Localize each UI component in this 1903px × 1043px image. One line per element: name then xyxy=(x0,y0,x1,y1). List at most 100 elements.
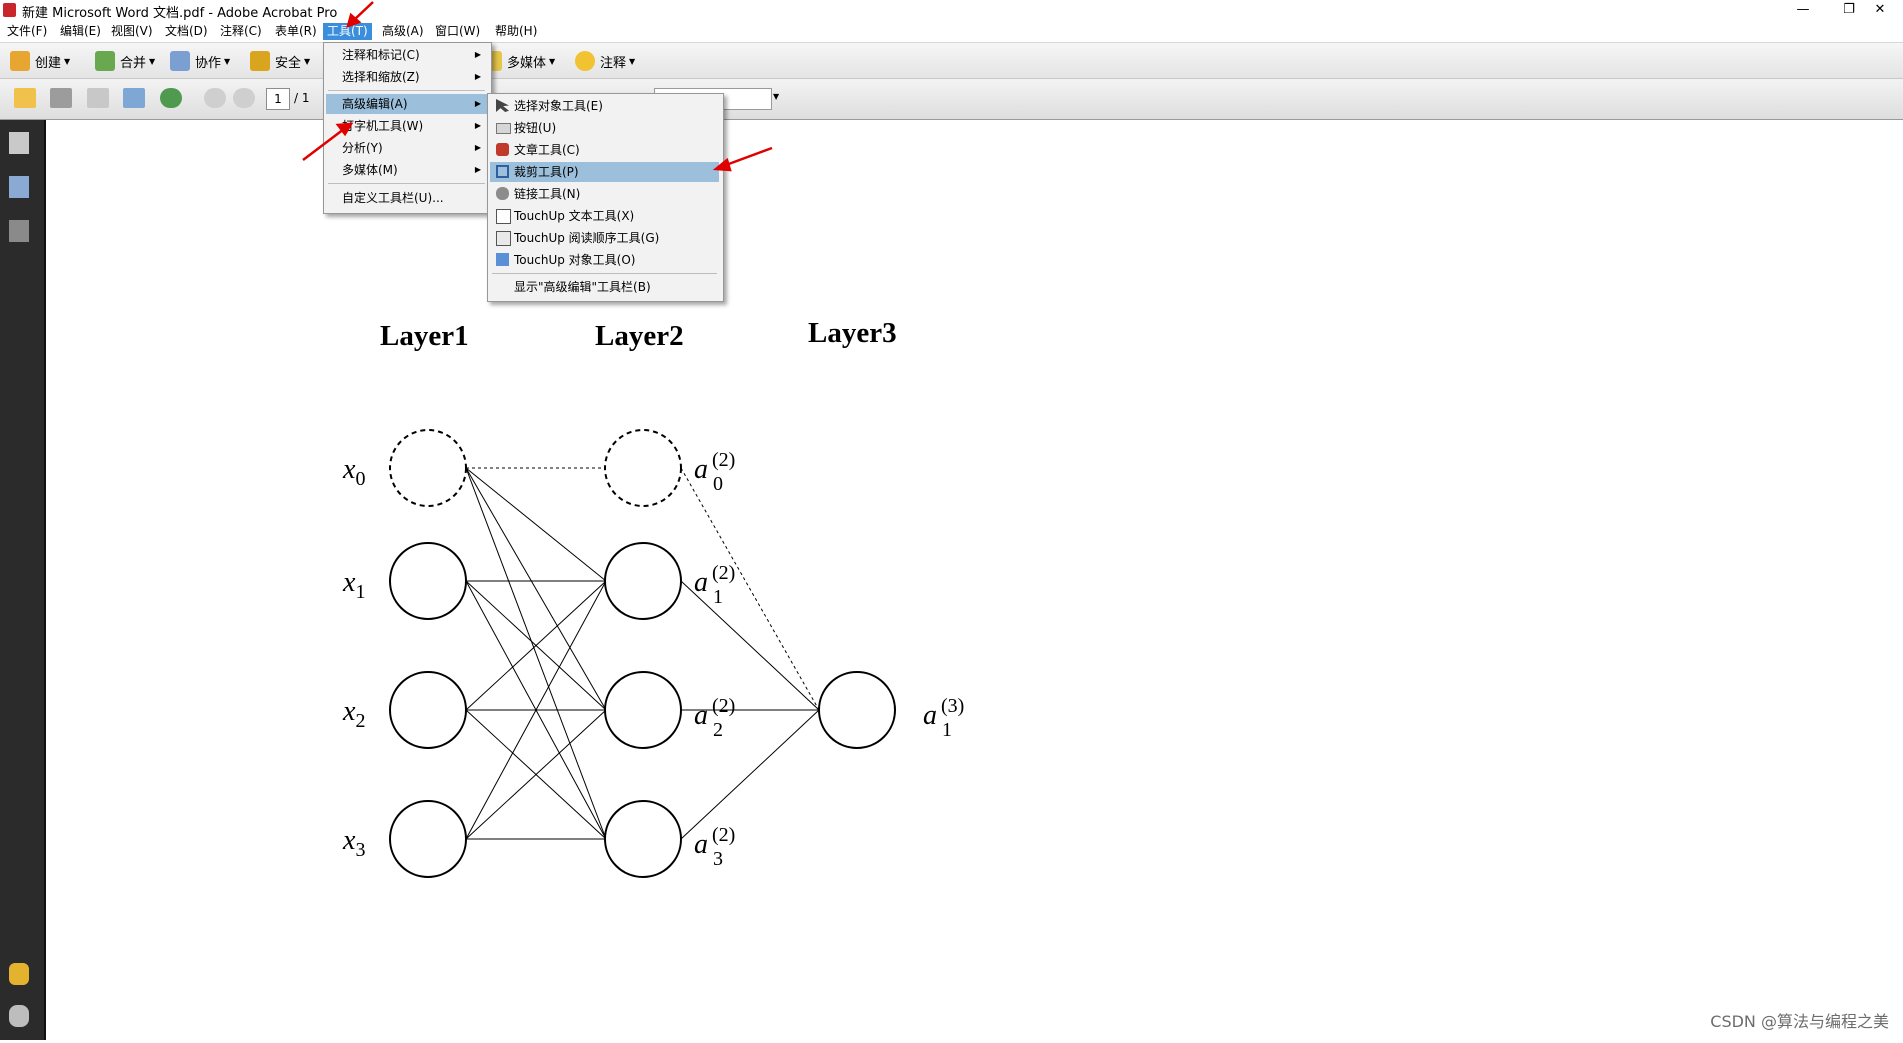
input-node xyxy=(389,800,467,878)
layer3-label: Layer3 xyxy=(808,317,897,349)
down-arrow-icon[interactable] xyxy=(233,88,255,108)
menu-item-label: 链接工具(N) xyxy=(514,187,581,201)
chevron-down-icon: ▼ xyxy=(224,56,231,66)
submenu-item-select-object[interactable]: 选择对象工具(E) xyxy=(490,96,719,116)
up-arrow-icon[interactable] xyxy=(204,88,226,108)
menu-forms[interactable]: 表单(R) xyxy=(271,23,321,40)
globe-icon[interactable] xyxy=(160,88,182,108)
menu-document[interactable]: 文档(D) xyxy=(161,23,212,40)
create-button[interactable]: 创建 ▼ xyxy=(10,50,70,72)
input-node xyxy=(389,671,467,749)
pointer-icon xyxy=(496,99,509,112)
tools-menu: 注释和标记(C) ▶ 选择和缩放(Z) ▶ 高级编辑(A) ▶ 打字机工具(W)… xyxy=(323,42,492,214)
submenu-item-touchup-text[interactable]: TouchUp 文本工具(X) xyxy=(490,206,719,226)
submenu-item-link[interactable]: 链接工具(N) xyxy=(490,184,719,204)
email-icon[interactable] xyxy=(123,88,145,108)
menu-tools[interactable]: 工具(T) xyxy=(323,23,372,40)
menu-item-label: 裁剪工具(P) xyxy=(514,165,579,179)
signatures-icon[interactable] xyxy=(9,220,29,242)
input-label: x2 xyxy=(342,696,365,732)
multimedia-label: 多媒体 xyxy=(507,55,547,71)
menu-view[interactable]: 视图(V) xyxy=(107,23,157,40)
combine-button[interactable]: 合并 ▼ xyxy=(95,50,155,72)
menu-item-label: 文章工具(C) xyxy=(514,143,580,157)
hidden-label-sub: 3 xyxy=(713,848,723,870)
document-page: Layer1 Layer2 Layer3 x0 x1 x2 x3 a 0 (2)… xyxy=(46,120,1903,1040)
submenu-item-show-toolbar[interactable]: 显示"高级编辑"工具栏(B) xyxy=(490,277,719,297)
chevron-down-icon: ▼ xyxy=(149,56,156,66)
submenu-item-touchup-reading-order[interactable]: TouchUp 阅读顺序工具(G) xyxy=(490,228,719,248)
menu-item-label: 选择对象工具(E) xyxy=(514,99,603,113)
hidden-label-sup: (2) xyxy=(712,562,735,584)
comment-icon xyxy=(575,51,595,71)
tools-menu-item-markup[interactable]: 注释和标记(C) ▶ xyxy=(326,45,487,65)
menu-file[interactable]: 文件(F) xyxy=(3,23,51,40)
tools-menu-item-select-zoom[interactable]: 选择和缩放(Z) ▶ xyxy=(326,67,487,87)
close-button[interactable]: ✕ xyxy=(1857,0,1903,21)
multimedia-button[interactable]: 多媒体 ▼ xyxy=(490,50,555,72)
menu-item-label: TouchUp 阅读顺序工具(G) xyxy=(514,231,660,245)
window-title: 新建 Microsoft Word 文档.pdf - Adobe Acrobat… xyxy=(22,6,338,21)
comment-button[interactable]: 注释 ▼ xyxy=(575,50,635,72)
neural-network-diagram: Layer1 Layer2 Layer3 x0 x1 x2 x3 a 0 (2)… xyxy=(342,317,964,878)
output-label-sub: 1 xyxy=(942,719,952,741)
tools-menu-item-advanced-editing[interactable]: 高级编辑(A) ▶ xyxy=(326,94,487,114)
attachments-icon[interactable] xyxy=(9,1005,29,1027)
menu-edit[interactable]: 编辑(E) xyxy=(56,23,105,40)
chevron-right-icon: ▶ xyxy=(474,165,481,174)
menu-help[interactable]: 帮助(H) xyxy=(491,23,541,40)
submenu-item-article[interactable]: 文章工具(C) xyxy=(490,140,719,160)
advanced-editing-submenu: 选择对象工具(E) 按钮(U) 文章工具(C) 裁剪工具(P) 链接工具(N) … xyxy=(487,93,724,302)
chevron-down-icon[interactable]: ▼ xyxy=(773,92,779,101)
submenu-item-button[interactable]: 按钮(U) xyxy=(490,118,719,138)
folder-icon[interactable] xyxy=(14,88,36,108)
collaborate-icon xyxy=(170,51,190,71)
hidden-label-sup: (2) xyxy=(712,695,735,717)
chevron-right-icon: ▶ xyxy=(474,72,481,81)
menu-item-label: 选择和缩放(Z) xyxy=(342,70,420,84)
pdf-icon xyxy=(3,3,16,17)
combine-label: 合并 xyxy=(120,55,147,71)
menu-item-label: 按钮(U) xyxy=(514,121,557,135)
menu-comments[interactable]: 注释(C) xyxy=(216,23,266,40)
tools-menu-item-typewriter[interactable]: 打字机工具(W) ▶ xyxy=(326,116,487,136)
menu-separator xyxy=(492,273,717,274)
reading-order-icon xyxy=(496,231,511,246)
hidden-label-sub: 1 xyxy=(713,586,723,608)
page-total: / 1 xyxy=(294,91,310,105)
chevron-down-icon: ▼ xyxy=(304,56,311,66)
file-toolbar: 1 / 1 ▼ xyxy=(0,79,1903,120)
secure-label: 安全 xyxy=(275,55,302,71)
hidden-label-sub: 0 xyxy=(713,473,723,495)
comments-icon[interactable] xyxy=(9,963,29,985)
chevron-right-icon: ▶ xyxy=(474,50,481,59)
touchup-text-icon xyxy=(496,209,511,224)
menu-item-label: 分析(Y) xyxy=(342,141,383,155)
collaborate-button[interactable]: 协作 ▼ xyxy=(170,50,230,72)
menu-item-label: 自定义工具栏(U)... xyxy=(342,191,444,205)
submenu-item-crop[interactable]: 裁剪工具(P) xyxy=(490,162,719,182)
title-bar: 新建 Microsoft Word 文档.pdf - Adobe Acrobat… xyxy=(0,0,1903,21)
tools-menu-item-multimedia[interactable]: 多媒体(M) ▶ xyxy=(326,160,487,180)
page-number-input[interactable]: 1 xyxy=(266,88,290,110)
pages-icon[interactable] xyxy=(9,132,29,154)
create-label: 创建 xyxy=(35,55,62,71)
menu-item-label: TouchUp 对象工具(O) xyxy=(514,253,636,267)
hidden-label: a xyxy=(694,567,708,598)
tools-menu-item-analysis[interactable]: 分析(Y) ▶ xyxy=(326,138,487,158)
input-node xyxy=(389,429,467,507)
hidden-label-sup: (2) xyxy=(712,449,735,471)
menu-window[interactable]: 窗口(W) xyxy=(431,23,484,40)
touchup-object-icon xyxy=(496,253,509,266)
tools-menu-item-customize-toolbars[interactable]: 自定义工具栏(U)... xyxy=(326,188,487,208)
navigation-panel xyxy=(0,120,46,1040)
printer-icon[interactable] xyxy=(50,88,72,108)
crop-icon xyxy=(496,165,509,178)
minimize-button[interactable]: — xyxy=(1780,0,1826,21)
output-label: a xyxy=(923,700,937,731)
bookmarks-icon[interactable] xyxy=(9,176,29,198)
secure-button[interactable]: 安全 ▼ xyxy=(250,50,310,72)
menu-advanced[interactable]: 高级(A) xyxy=(378,23,428,40)
save-icon[interactable] xyxy=(87,88,109,108)
submenu-item-touchup-object[interactable]: TouchUp 对象工具(O) xyxy=(490,250,719,270)
